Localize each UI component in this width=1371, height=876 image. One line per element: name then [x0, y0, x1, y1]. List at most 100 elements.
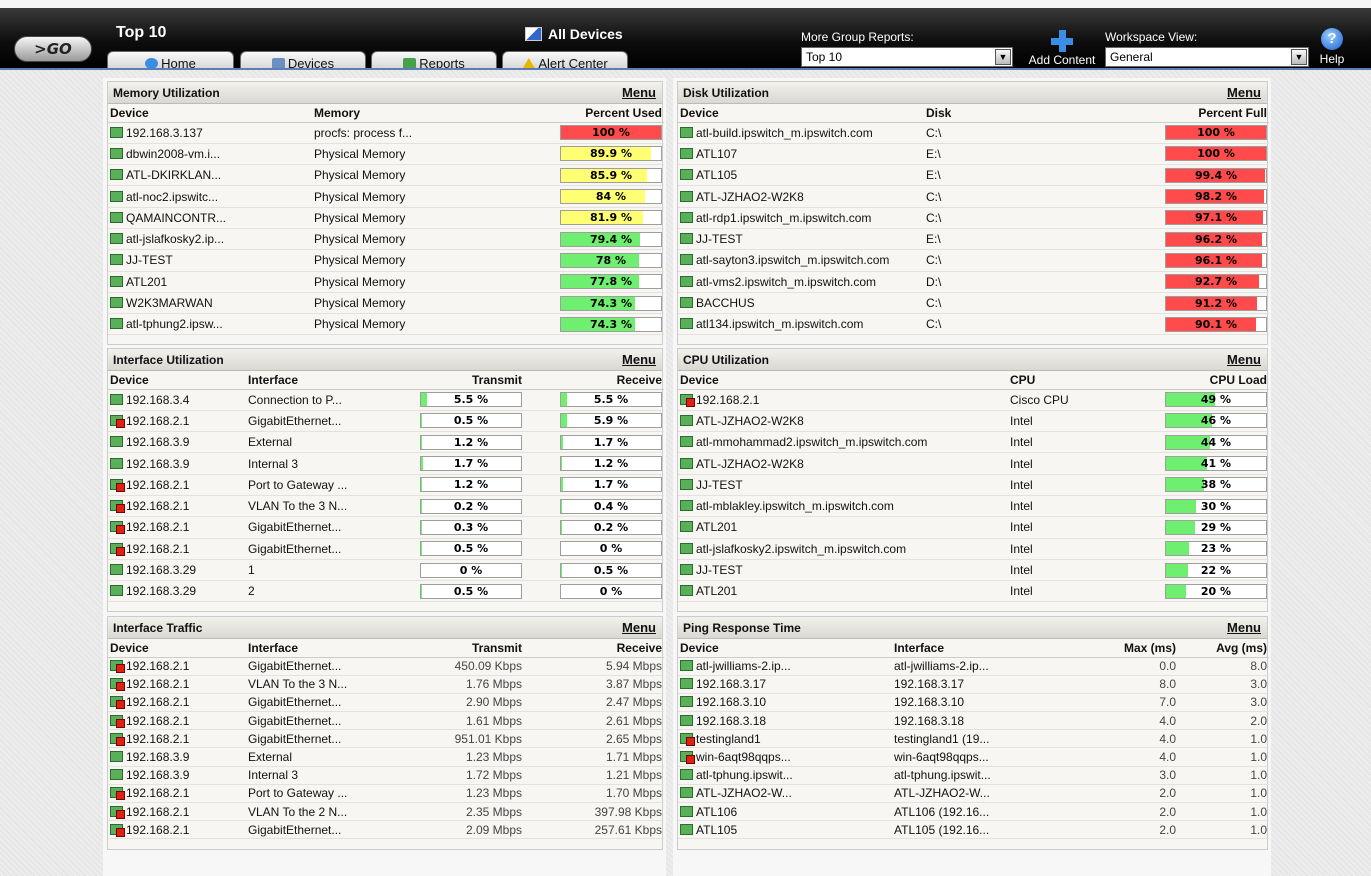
device-name[interactable]: ATL107	[696, 147, 737, 161]
device-name[interactable]: BACCHUS	[696, 296, 755, 310]
device-name[interactable]: 192.168.2.1	[126, 695, 189, 709]
column-header[interactable]: CPU Load	[1156, 371, 1269, 390]
column-header[interactable]: Avg (ms)	[1178, 639, 1269, 658]
device-cell[interactable]: testingland1	[678, 729, 892, 749]
table-row[interactable]: atl-tphung2.ipsw... Physical Memory 74.3 %	[108, 313, 664, 336]
menu-link[interactable]: Menu	[622, 617, 656, 639]
menu-link[interactable]: Menu	[1227, 349, 1261, 371]
table-row[interactable]: 192.168.2.1 GigabitEthernet... 1.61 Mbps 2.…	[108, 711, 664, 731]
column-header[interactable]: Interface	[246, 639, 416, 658]
menu-link[interactable]: Menu	[622, 349, 656, 371]
chevron-down-icon[interactable]: ▼	[995, 49, 1011, 65]
table-row[interactable]: 192.168.2.1 GigabitEthernet... 0.3 % 0.2 %	[108, 516, 664, 539]
device-name[interactable]: atl-build.ipswitch_m.ipswitch.com	[696, 126, 873, 140]
device-name[interactable]: 192.168.2.1	[126, 732, 189, 746]
help-button[interactable]: ? Help	[1316, 28, 1348, 66]
table-row[interactable]: 192.168.2.1 VLAN To the 3 N... 1.76 Mbps 3.…	[108, 675, 664, 694]
device-name[interactable]: ATL201	[696, 520, 737, 534]
table-row[interactable]: 192.168.2.1 GigabitEthernet... 2.09 Mbps 25…	[108, 820, 664, 840]
table-row[interactable]: ATL201 Intel 29 %	[678, 516, 1269, 539]
table-row[interactable]: 192.168.2.1 VLAN To the 3 N... 0.2 % 0.4 %	[108, 495, 664, 518]
table-row[interactable]: ATL-JZHAO2-W2K8 C:\ 98.2 %	[678, 185, 1269, 208]
device-name[interactable]: W2K3MARWAN	[126, 296, 213, 310]
table-row[interactable]: testingland1 testingland1 (19... 4.0 1.0	[678, 729, 1269, 749]
column-header[interactable]: Device	[678, 371, 1008, 390]
device-cell[interactable]: 192.168.3.9	[108, 431, 246, 454]
table-row[interactable]: ATL105 E:\ 99.4 %	[678, 164, 1269, 187]
device-cell[interactable]: JJ-TEST	[678, 559, 1008, 582]
device-name[interactable]: 192.168.3.9	[126, 768, 189, 782]
device-name[interactable]: 192.168.3.137	[126, 126, 203, 140]
device-cell[interactable]: atl-rdp1.ipswitch_m.ipswitch.com	[678, 207, 924, 229]
device-cell[interactable]: atl-tphung.ipswit...	[678, 766, 892, 785]
table-row[interactable]: BACCHUS C:\ 91.2 %	[678, 292, 1269, 315]
table-row[interactable]: 192.168.2.1 Port to Gateway ... 1.23 Mbps 1…	[108, 784, 664, 804]
device-name[interactable]: JJ-TEST	[696, 478, 743, 492]
device-name[interactable]: 192.168.2.1	[126, 786, 189, 800]
table-row[interactable]: 192.168.3.9 Internal 3 1.7 % 1.2 %	[108, 452, 664, 475]
column-header[interactable]: Percent Used	[554, 104, 664, 123]
column-header[interactable]: Receive	[524, 639, 664, 658]
device-name[interactable]: 192.168.2.1	[126, 499, 189, 513]
device-name[interactable]: atl-sayton3.ipswitch_m.ipswitch.com	[696, 253, 889, 267]
chevron-down-icon[interactable]: ▼	[1291, 49, 1307, 65]
table-row[interactable]: 192.168.2.1 GigabitEthernet... 0.5 % 5.9 %	[108, 410, 664, 433]
table-row[interactable]: 192.168.3.4 Connection to P... 5.5 % 5.5 %	[108, 389, 664, 411]
device-name[interactable]: 192.168.2.1	[696, 393, 759, 407]
device-name[interactable]: atl-mblakley.ipswitch_m.ipswitch.com	[696, 499, 894, 513]
table-row[interactable]: JJ-TEST Intel 38 %	[678, 474, 1269, 496]
device-cell[interactable]: 192.168.2.1	[108, 495, 246, 518]
device-name[interactable]: 192.168.3.10	[696, 695, 766, 709]
device-name[interactable]: 192.168.2.1	[126, 478, 189, 492]
column-header[interactable]: Receive	[524, 371, 664, 390]
device-name[interactable]: atl-mmohammad2.ipswitch_m.ipswitch.com	[696, 435, 927, 449]
device-name[interactable]: 192.168.3.29	[126, 584, 196, 598]
table-row[interactable]: ATL-JZHAO2-W... ATL-JZHAO2-W... 2.0 1.0	[678, 784, 1269, 804]
table-row[interactable]: atl-jwilliams-2.ip... atl-jwilliams-2.ip.…	[678, 657, 1269, 676]
device-cell[interactable]: 192.168.2.1	[108, 516, 246, 539]
column-header[interactable]: Percent Full	[1156, 104, 1269, 123]
device-cell[interactable]: atl-jwilliams-2.ip...	[678, 657, 892, 676]
device-name[interactable]: atl-jslafkosky2.ipswitch_m.ipswitch.com	[696, 542, 906, 556]
device-cell[interactable]: ATL-JZHAO2-W2K8	[678, 452, 1008, 475]
device-cell[interactable]: ATL-DKIRKLAN...	[108, 164, 312, 187]
device-cell[interactable]: 192.168.2.1	[108, 711, 246, 731]
device-name[interactable]: 192.168.3.4	[126, 393, 189, 407]
table-row[interactable]: 192.168.2.1 GigabitEthernet... 450.09 Kbps…	[108, 657, 664, 676]
device-cell[interactable]: ATL-JZHAO2-W2K8	[678, 410, 1008, 433]
table-row[interactable]: atl-mmohammad2.ipswitch_m.ipswitch.com In…	[678, 431, 1269, 454]
device-cell[interactable]: 192.168.2.1	[678, 389, 1008, 411]
device-cell[interactable]: 192.168.3.29	[108, 559, 246, 582]
table-row[interactable]: 192.168.2.1 GigabitEthernet... 0.5 % 0 %	[108, 538, 664, 560]
device-cell[interactable]: ATL105	[678, 820, 892, 840]
device-cell[interactable]: 192.168.2.1	[108, 729, 246, 749]
device-cell[interactable]: BACCHUS	[678, 292, 924, 315]
device-name[interactable]: ATL-JZHAO2-W2K8	[696, 414, 804, 428]
device-cell[interactable]: ATL-JZHAO2-W2K8	[678, 185, 924, 208]
device-name[interactable]: atl-noc2.ipswitc...	[126, 190, 218, 204]
column-header[interactable]: Interface	[246, 371, 416, 390]
device-cell[interactable]: 192.168.2.1	[108, 657, 246, 676]
table-row[interactable]: JJ-TEST Physical Memory 78 %	[108, 249, 664, 272]
column-header[interactable]: Transmit	[416, 371, 524, 390]
table-row[interactable]: ATL201 Intel 20 %	[678, 580, 1269, 603]
column-header[interactable]: Transmit	[416, 639, 524, 658]
device-cell[interactable]: 192.168.3.9	[108, 452, 246, 475]
table-row[interactable]: W2K3MARWAN Physical Memory 74.3 %	[108, 292, 664, 315]
column-header[interactable]: Device	[108, 371, 246, 390]
device-cell[interactable]: atl-mblakley.ipswitch_m.ipswitch.com	[678, 495, 1008, 518]
table-row[interactable]: atl134.ipswitch_m.ipswitch.com C:\ 90.1 %	[678, 313, 1269, 336]
device-cell[interactable]: atl-noc2.ipswitc...	[108, 185, 312, 208]
device-name[interactable]: QAMAINCONTR...	[126, 211, 226, 225]
device-name[interactable]: atl-tphung2.ipsw...	[126, 317, 223, 331]
table-row[interactable]: ATL106 ATL106 (192.16... 2.0 1.0	[678, 802, 1269, 822]
table-row[interactable]: 192.168.3.29 1 0 % 0.5 %	[108, 559, 664, 582]
column-header[interactable]: Max (ms)	[1106, 639, 1178, 658]
table-row[interactable]: atl-vms2.ipswitch_m.ipswitch.com D:\ 92.7 …	[678, 271, 1269, 293]
table-row[interactable]: 192.168.2.1 GigabitEthernet... 951.01 Kbps…	[108, 729, 664, 749]
table-row[interactable]: 192.168.3.9 Internal 3 1.72 Mbps 1.21 Mbps	[108, 766, 664, 785]
table-row[interactable]: ATL107 E:\ 100 %	[678, 143, 1269, 166]
device-name[interactable]: JJ-TEST	[126, 253, 173, 267]
table-row[interactable]: 192.168.2.1 Port to Gateway ... 1.2 % 1.7 %	[108, 474, 664, 496]
device-cell[interactable]: 192.168.2.1	[108, 675, 246, 694]
